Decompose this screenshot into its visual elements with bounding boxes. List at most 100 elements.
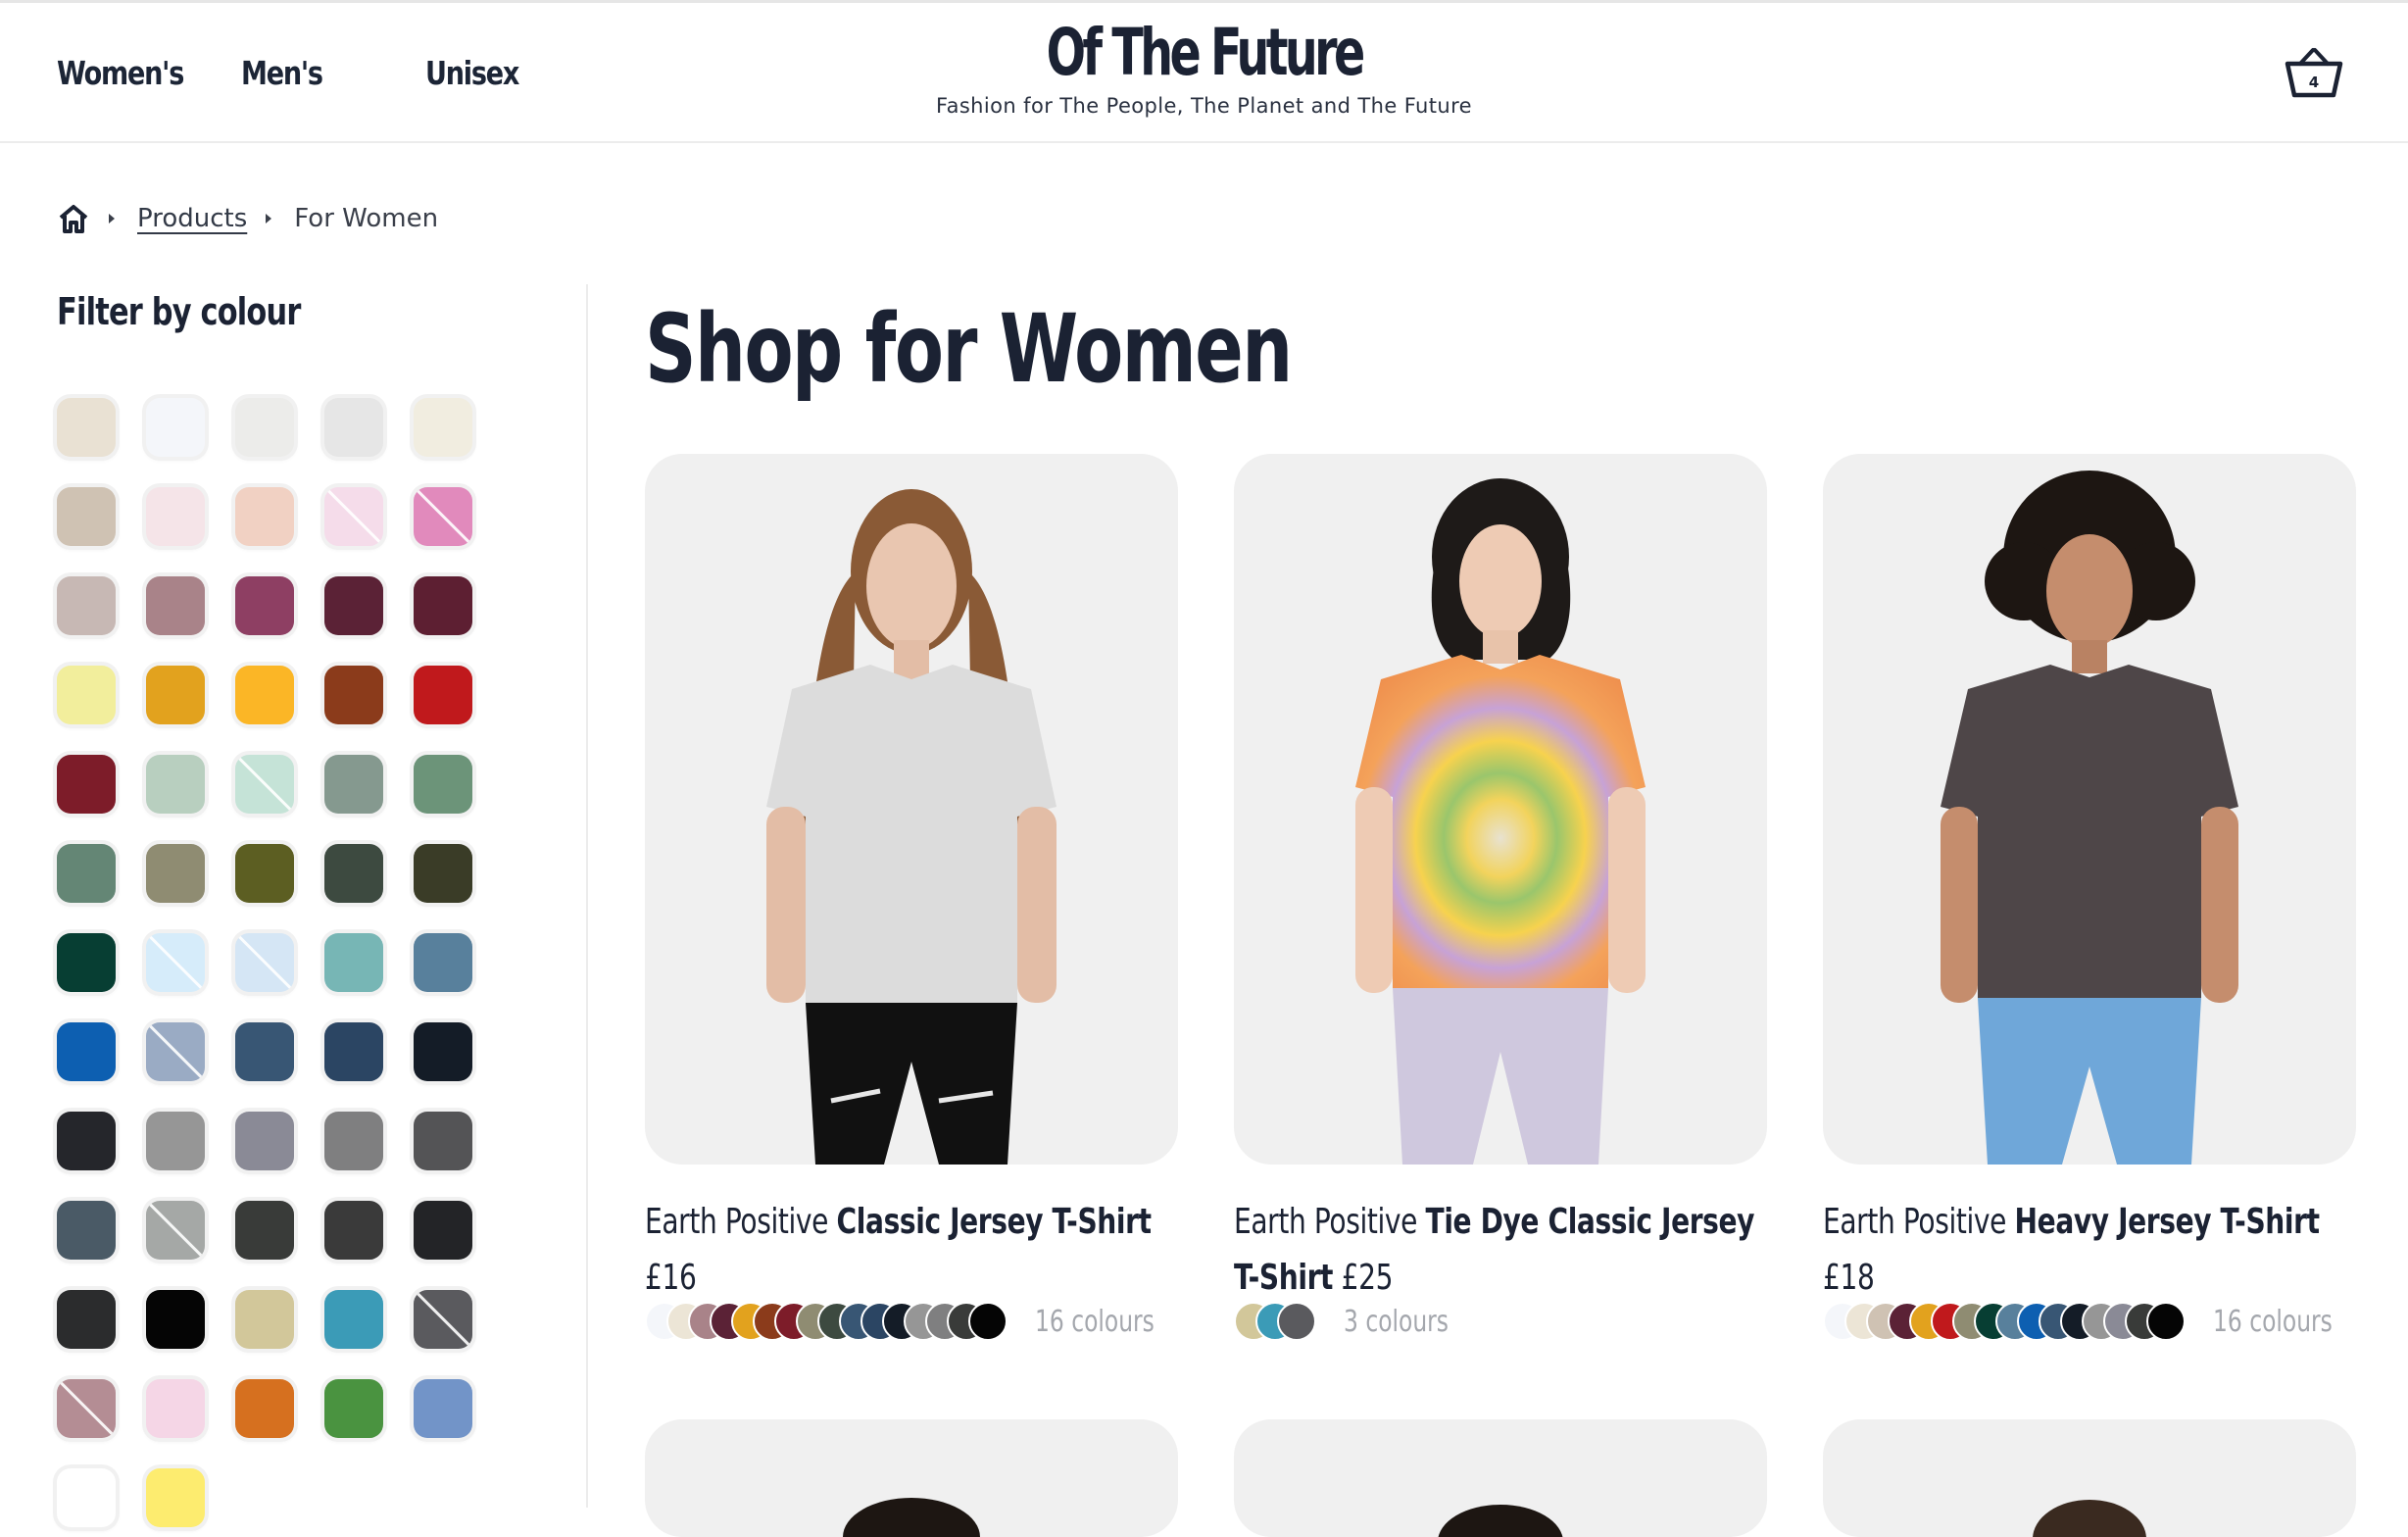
product-card[interactable]: Earth Positive Heavy Jersey T-Shirt £18 …	[1823, 454, 2356, 1341]
product-name: Heavy Jersey T-Shirt	[2014, 1202, 2320, 1242]
colour-swatch[interactable]	[146, 1201, 205, 1260]
colour-swatch[interactable]	[235, 487, 294, 546]
colour-swatch[interactable]	[146, 666, 205, 724]
colour-swatch[interactable]	[235, 844, 294, 903]
colour-swatch[interactable]	[146, 933, 205, 992]
colour-dot	[1277, 1302, 1316, 1341]
colour-swatch[interactable]	[235, 1112, 294, 1170]
colour-swatch[interactable]	[57, 1112, 116, 1170]
colour-swatch[interactable]	[146, 844, 205, 903]
colour-swatch[interactable]	[414, 1290, 472, 1349]
colour-swatch[interactable]	[57, 1290, 116, 1349]
colour-swatch[interactable]	[146, 1379, 205, 1438]
colour-swatch[interactable]	[146, 487, 205, 546]
colour-swatch[interactable]	[235, 1201, 294, 1260]
colour-swatch[interactable]	[324, 1112, 383, 1170]
home-icon[interactable]	[57, 202, 90, 235]
colour-swatch[interactable]	[146, 398, 205, 457]
colour-dots	[1823, 1302, 2186, 1341]
colour-swatch[interactable]	[414, 844, 472, 903]
colour-swatch[interactable]	[324, 1290, 383, 1349]
breadcrumb-current: For Women	[294, 204, 439, 233]
colour-swatch[interactable]	[414, 487, 472, 546]
product-image[interactable]	[645, 454, 1178, 1165]
filter-title: Filter by colour	[57, 290, 301, 333]
product-card[interactable]	[1823, 1419, 2356, 1537]
colour-swatch[interactable]	[146, 1112, 205, 1170]
colour-swatch[interactable]	[57, 1201, 116, 1260]
product-brand: Earth Positive	[645, 1202, 829, 1242]
colour-swatch[interactable]	[414, 576, 472, 635]
product-image[interactable]	[1234, 454, 1767, 1165]
colour-swatch[interactable]	[146, 1468, 205, 1527]
sidebar-divider	[586, 284, 588, 1508]
colour-swatch[interactable]	[324, 398, 383, 457]
colour-swatch[interactable]	[57, 1468, 116, 1527]
breadcrumb: Products For Women	[57, 202, 438, 235]
colour-swatch[interactable]	[324, 1201, 383, 1260]
colour-swatch[interactable]	[146, 1022, 205, 1081]
colour-swatch[interactable]	[324, 1022, 383, 1081]
product-image[interactable]	[1823, 454, 2356, 1165]
colour-swatch[interactable]	[414, 1022, 472, 1081]
colour-swatch[interactable]	[235, 755, 294, 814]
colour-swatch[interactable]	[414, 933, 472, 992]
colour-swatch[interactable]	[324, 844, 383, 903]
colour-count: 16 colours	[2213, 1304, 2333, 1339]
product-price: £16	[645, 1258, 697, 1298]
product-price: £25	[1341, 1258, 1394, 1298]
colour-swatch[interactable]	[146, 755, 205, 814]
product-brand: Earth Positive	[1823, 1202, 2007, 1242]
colour-swatch-grid	[57, 398, 472, 1527]
colour-swatch[interactable]	[57, 844, 116, 903]
colour-count: 16 colours	[1035, 1304, 1155, 1339]
colour-swatch[interactable]	[57, 666, 116, 724]
product-colours: 16 colours	[1823, 1302, 2356, 1341]
colour-swatch[interactable]	[235, 666, 294, 724]
product-card[interactable]	[645, 1419, 1178, 1537]
colour-swatch[interactable]	[235, 1022, 294, 1081]
product-title[interactable]: Earth Positive Classic Jersey T-Shirt £1…	[645, 1194, 1180, 1306]
colour-count: 3 colours	[1344, 1304, 1449, 1339]
colour-swatch[interactable]	[324, 933, 383, 992]
colour-swatch[interactable]	[324, 666, 383, 724]
product-card[interactable]: Earth Positive Tie Dye Classic Jersey T-…	[1234, 454, 1767, 1341]
colour-swatch[interactable]	[57, 1379, 116, 1438]
colour-swatch[interactable]	[235, 1290, 294, 1349]
logo-text: Of The Future	[1046, 15, 1366, 90]
site-logo[interactable]: Of The Future	[0, 15, 2408, 90]
colour-swatch[interactable]	[57, 755, 116, 814]
colour-swatch[interactable]	[57, 487, 116, 546]
colour-swatch[interactable]	[235, 398, 294, 457]
colour-swatch[interactable]	[414, 755, 472, 814]
colour-swatch[interactable]	[414, 1379, 472, 1438]
colour-swatch[interactable]	[57, 933, 116, 992]
chevron-right-icon	[109, 214, 115, 223]
colour-swatch[interactable]	[414, 398, 472, 457]
breadcrumb-products[interactable]: Products	[137, 204, 247, 233]
product-title[interactable]: Earth Positive Tie Dye Classic Jersey T-…	[1234, 1194, 1769, 1306]
colour-swatch[interactable]	[324, 487, 383, 546]
colour-swatch[interactable]	[57, 1022, 116, 1081]
colour-swatch[interactable]	[324, 755, 383, 814]
colour-swatch[interactable]	[414, 1201, 472, 1260]
colour-swatch[interactable]	[414, 666, 472, 724]
colour-swatch[interactable]	[146, 576, 205, 635]
colour-swatch[interactable]	[57, 398, 116, 457]
colour-dot	[968, 1302, 1007, 1341]
product-colours: 3 colours	[1234, 1302, 1767, 1341]
colour-swatch[interactable]	[235, 1379, 294, 1438]
colour-swatch[interactable]	[235, 933, 294, 992]
colour-swatch[interactable]	[324, 576, 383, 635]
basket-icon[interactable]: 4	[2284, 44, 2344, 101]
colour-swatch[interactable]	[414, 1112, 472, 1170]
product-card[interactable]	[1234, 1419, 1767, 1537]
product-card[interactable]: Earth Positive Classic Jersey T-Shirt £1…	[645, 454, 1178, 1341]
product-title[interactable]: Earth Positive Heavy Jersey T-Shirt £18	[1823, 1194, 2358, 1306]
colour-swatch[interactable]	[146, 1290, 205, 1349]
colour-swatch[interactable]	[235, 576, 294, 635]
colour-swatch[interactable]	[57, 576, 116, 635]
product-brand: Earth Positive	[1234, 1202, 1418, 1242]
site-header: Women's Men's Unisex Of The Future Fashi…	[0, 3, 2408, 143]
colour-swatch[interactable]	[324, 1379, 383, 1438]
